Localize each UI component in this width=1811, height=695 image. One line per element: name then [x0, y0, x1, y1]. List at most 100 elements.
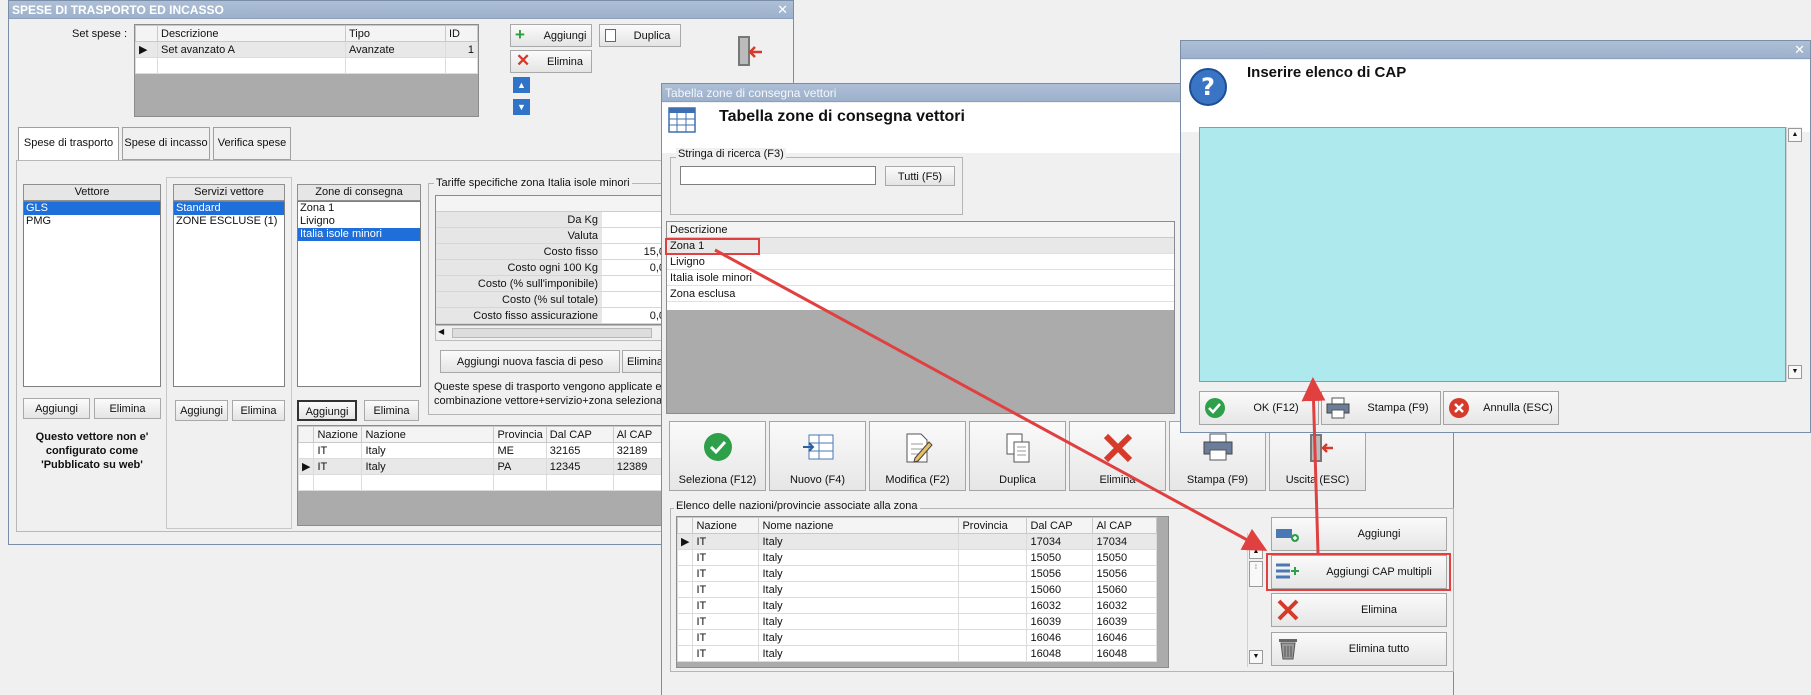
ok-button[interactable]: OK (F12) — [1199, 391, 1319, 425]
table-row[interactable]: IT Italy 15050 15050 — [677, 549, 1157, 566]
elimina-vettore-button[interactable]: Elimina — [94, 398, 161, 419]
tutti-button[interactable]: Tutti (F5) — [885, 166, 955, 186]
scroll-down-arrow-icon[interactable]: ▼ — [1788, 365, 1802, 379]
close-icon[interactable]: ✕ — [1794, 41, 1805, 59]
list-item-servizio[interactable]: ZONE ESCLUSE (1) — [174, 215, 284, 228]
elimina-cap-button[interactable]: Elimina — [1271, 593, 1447, 627]
aggiungi-zona-button[interactable]: Aggiungi — [297, 400, 357, 421]
list-item-zona[interactable]: Zona 1 — [298, 202, 420, 215]
list-item-zona[interactable]: Livigno — [667, 254, 1174, 270]
list-item-vettore[interactable]: GLS — [24, 202, 160, 215]
col-nazione[interactable]: Nazione — [692, 517, 760, 534]
aggiungi-cap-button[interactable]: Aggiungi — [1271, 517, 1447, 551]
tariffe-row[interactable]: Costo (% sul totale) — [436, 292, 667, 308]
col-descrizione[interactable]: Descrizione — [667, 222, 1174, 238]
col-id[interactable]: ID — [445, 25, 478, 42]
duplica-button[interactable]: Duplica — [969, 421, 1066, 491]
move-up-arrow-icon[interactable]: ▲ — [513, 77, 530, 93]
tariffe-row-value[interactable] — [602, 292, 667, 307]
cap-textarea[interactable] — [1199, 127, 1786, 382]
tariffe-row-value[interactable] — [602, 276, 667, 291]
cap-textarea-vscroll[interactable]: ▲ ▼ — [1786, 127, 1802, 382]
table-row[interactable]: IT Italy ME 32165 32189 — [298, 442, 667, 459]
vettore-list[interactable]: GLS PMG — [23, 201, 161, 387]
elimina-tutto-button[interactable]: Elimina tutto — [1271, 632, 1447, 666]
col-al-cap[interactable]: Al CAP — [1092, 517, 1157, 534]
tariffe-row[interactable]: Valuta — [436, 228, 667, 244]
list-item-vettore[interactable]: PMG — [24, 215, 160, 228]
elimina-zona-button[interactable]: Elimina — [364, 400, 419, 421]
col-nome-nazione[interactable]: Nazione — [361, 426, 495, 443]
tab-spese-incasso[interactable]: Spese di incasso — [122, 127, 210, 160]
exit-door-icon[interactable] — [730, 34, 764, 70]
table-row[interactable]: IT Italy 16048 16048 — [677, 645, 1157, 662]
tab-spese-trasporto[interactable]: Spese di trasporto — [18, 127, 119, 160]
duplica-set-button[interactable]: Duplica — [599, 24, 681, 47]
scroll-thumb[interactable]: ⁞ — [1249, 561, 1263, 587]
elenco-grid[interactable]: Nazione Nome nazione Provincia Dal CAP A… — [676, 516, 1169, 668]
servizi-list[interactable]: Standard ZONE ESCLUSE (1) — [173, 201, 285, 387]
scroll-thumb[interactable] — [452, 328, 652, 338]
aggiungi-fascia-button[interactable]: Aggiungi nuova fascia di peso — [440, 350, 620, 373]
tariffe-row[interactable]: Costo (% sull'imponibile) — [436, 276, 667, 292]
aggiungi-vettore-button[interactable]: Aggiungi — [23, 398, 90, 419]
col-provincia[interactable]: Provincia — [493, 426, 547, 443]
table-row-empty[interactable] — [135, 57, 478, 74]
aggiungi-set-button[interactable]: + Aggiungi — [510, 24, 592, 47]
col-provincia[interactable]: Provincia — [958, 517, 1028, 534]
table-row[interactable]: IT Italy 15060 15060 — [677, 581, 1157, 598]
tariffe-hscroll[interactable]: ◀ — [435, 325, 668, 341]
table-row[interactable]: ▶ IT Italy PA 12345 12389 — [298, 458, 667, 475]
zone-cap-grid[interactable]: Nazione Nazione Provincia Dal CAP Al CAP… — [297, 425, 668, 526]
col-descrizione[interactable]: Descrizione — [157, 25, 346, 42]
scroll-up-arrow-icon[interactable]: ▲ — [1249, 545, 1263, 559]
tariffe-row[interactable]: Costo ogni 100 Kg 0,0 — [436, 260, 667, 276]
elimina-servizio-button[interactable]: Elimina — [232, 400, 285, 421]
tariffe-row-value[interactable]: 0,0 — [602, 308, 667, 323]
table-row[interactable]: ▶ Set avanzato A Avanzate 1 — [135, 41, 478, 58]
tariffe-row[interactable]: Da Kg — [436, 212, 667, 228]
tariffe-row-value[interactable]: 15,0 — [602, 244, 667, 259]
col-tipo[interactable]: Tipo — [345, 25, 446, 42]
col-nazione[interactable]: Nazione — [313, 426, 363, 443]
tab-verifica-spese[interactable]: Verifica spese — [213, 127, 291, 160]
list-item-zona[interactable]: Zona esclusa — [667, 286, 1174, 302]
list-item-servizio[interactable]: Standard — [174, 202, 284, 215]
tariffe-row-value[interactable] — [602, 228, 667, 243]
scroll-down-arrow-icon[interactable]: ▼ — [1249, 650, 1263, 664]
list-item-zona[interactable]: Italia isole minori — [298, 228, 420, 241]
table-row[interactable]: IT Italy 16032 16032 — [677, 597, 1157, 614]
col-al-cap[interactable]: Al CAP — [612, 426, 667, 443]
list-item-zona[interactable]: Livigno — [298, 215, 420, 228]
elimina-set-button[interactable]: ✕ Elimina — [510, 50, 592, 73]
move-down-arrow-icon[interactable]: ▼ — [513, 99, 530, 115]
set-spese-grid[interactable]: Descrizione Tipo ID ▶ Set avanzato A Ava… — [134, 24, 479, 117]
elenco-vscroll[interactable]: ▲ ⁞ ▼ — [1247, 533, 1263, 667]
scroll-up-arrow-icon[interactable]: ▲ — [1788, 128, 1802, 142]
col-dal-cap[interactable]: Dal CAP — [545, 426, 614, 443]
tariffe-row[interactable]: Costo fisso 15,0 — [436, 244, 667, 260]
search-input[interactable] — [680, 166, 876, 185]
tariffe-row[interactable]: Costo fisso assicurazione 0,0 — [436, 308, 667, 324]
seleziona-button[interactable]: Seleziona (F12) — [669, 421, 766, 491]
table-row[interactable]: IT Italy 16046 16046 — [677, 629, 1157, 646]
table-row[interactable]: IT Italy 16039 16039 — [677, 613, 1157, 630]
close-icon[interactable]: ✕ — [777, 1, 788, 19]
aggiungi-servizio-button[interactable]: Aggiungi — [175, 400, 228, 421]
stampa-cap-button[interactable]: Stampa (F9) — [1321, 391, 1441, 425]
list-item-zona[interactable]: Italia isole minori — [667, 270, 1174, 286]
scroll-left-arrow-icon[interactable]: ◀ — [438, 327, 444, 336]
col-dal-cap[interactable]: Dal CAP — [1026, 517, 1094, 534]
tariffe-row-value[interactable] — [602, 212, 667, 227]
col-nome-nazione[interactable]: Nome nazione — [758, 517, 960, 534]
zone-list[interactable]: Zona 1 Livigno Italia isole minori — [297, 201, 421, 387]
elimina-button[interactable]: Elimina — [1069, 421, 1166, 491]
annulla-button[interactable]: Annulla (ESC) — [1443, 391, 1559, 425]
modifica-button[interactable]: Modifica (F2) — [869, 421, 966, 491]
tariffe-grid[interactable]: Da Kg Valuta Costo fisso 15,0 Costo ogni 100… — [435, 195, 668, 325]
tariffe-row-value[interactable]: 0,0 — [602, 260, 667, 275]
nuovo-button[interactable]: Nuovo (F4) — [769, 421, 866, 491]
table-row[interactable]: ▶ IT Italy 17034 17034 — [677, 533, 1157, 550]
table-row[interactable]: IT Italy 15056 15056 — [677, 565, 1157, 582]
table-row-empty[interactable] — [298, 474, 667, 491]
